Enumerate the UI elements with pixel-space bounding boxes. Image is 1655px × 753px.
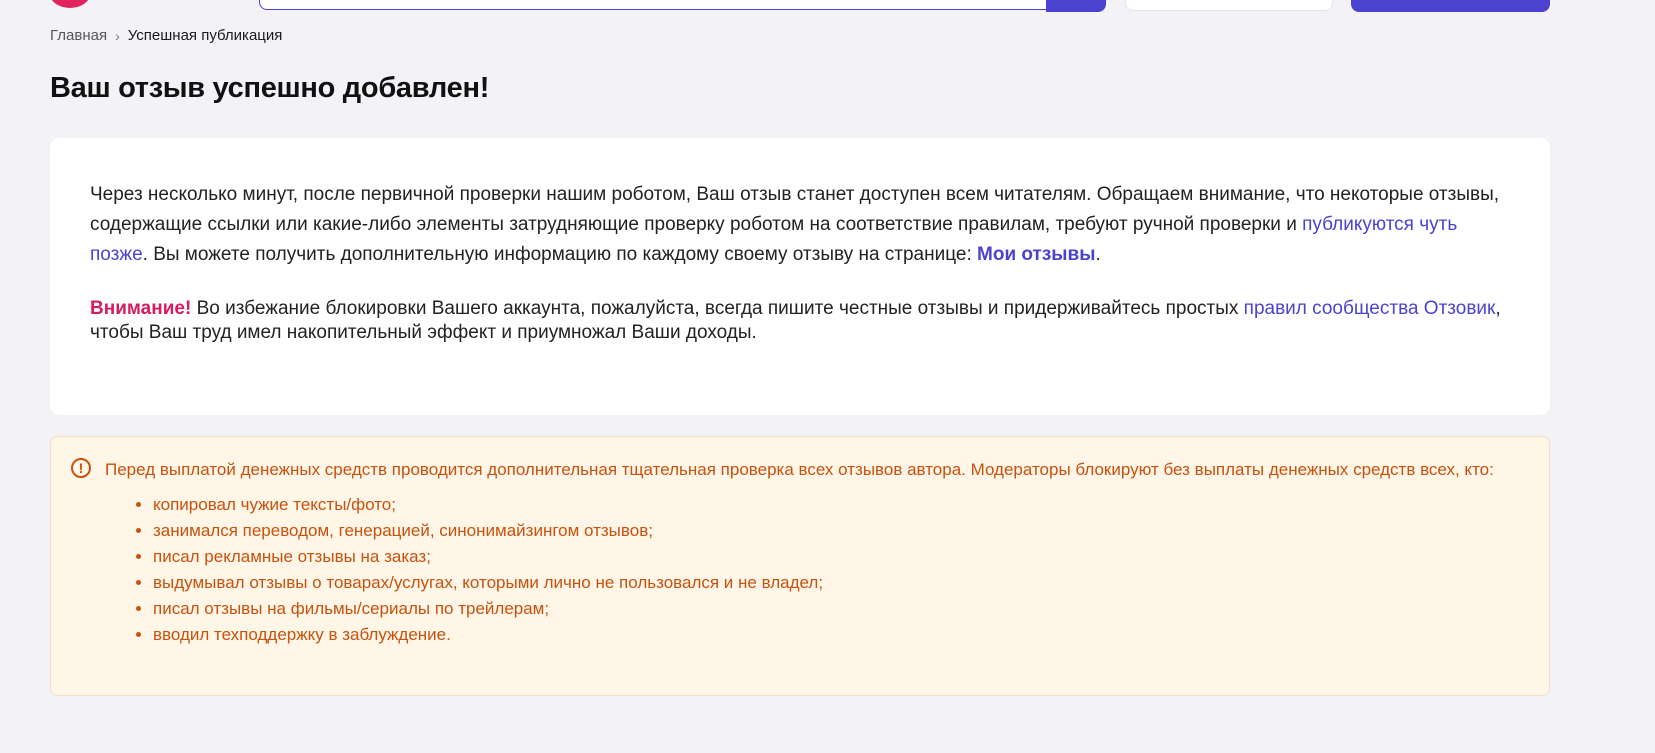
top-header [0, 0, 1655, 14]
alert-text: Перед выплатой денежных средств проводит… [105, 460, 1494, 479]
write-review-button[interactable] [1351, 0, 1550, 12]
exclamation-circle-icon: ! [71, 458, 91, 478]
site-logo[interactable] [50, 0, 90, 8]
info-text-part2: . Вы можете получить дополнительную инфо… [142, 244, 978, 265]
warning-text-part1: Во избежание блокировки Вашего аккаунта,… [191, 298, 1244, 319]
breadcrumb-current: Успешная публикация [127, 27, 283, 44]
warning-paragraph: Внимание! Во избежание блокировки Вашего… [90, 297, 1510, 345]
page-title: Ваш отзыв успешно добавлен! [50, 72, 490, 104]
search-button[interactable] [1046, 0, 1106, 12]
breadcrumb-separator: › [115, 27, 120, 44]
list-item: занимался переводом, генерацией, синоним… [153, 518, 1509, 544]
user-menu[interactable] [1125, 0, 1333, 11]
list-item: выдумывал отзывы о товарах/услугах, кото… [153, 570, 1509, 596]
list-item: писал рекламные отзывы на заказ; [153, 544, 1509, 570]
info-text-part1: Через несколько минут, после первичной п… [90, 184, 1500, 235]
list-item: вводил техподдержку в заблуждение. [153, 622, 1509, 648]
search-input[interactable] [259, 0, 1047, 10]
breadcrumb-home-link[interactable]: Главная [50, 27, 107, 44]
info-text-part3: . [1095, 244, 1101, 265]
community-rules-link[interactable]: правил сообщества Отзовик [1244, 298, 1496, 319]
success-info-card: Через несколько минут, после первичной п… [50, 138, 1550, 415]
info-paragraph: Через несколько минут, после первичной п… [90, 180, 1510, 270]
breadcrumb: Главная › Успешная публикация [50, 27, 282, 44]
payout-alert-box: ! Перед выплатой денежных средств провод… [50, 436, 1550, 696]
alert-list: копировал чужие тексты/фото; занимался п… [105, 492, 1509, 648]
my-reviews-link[interactable]: Мои отзывы [977, 244, 1095, 265]
list-item: копировал чужие тексты/фото; [153, 492, 1509, 518]
attention-label: Внимание! [90, 298, 192, 319]
list-item: писал отзывы на фильмы/сериалы по трейле… [153, 596, 1509, 622]
